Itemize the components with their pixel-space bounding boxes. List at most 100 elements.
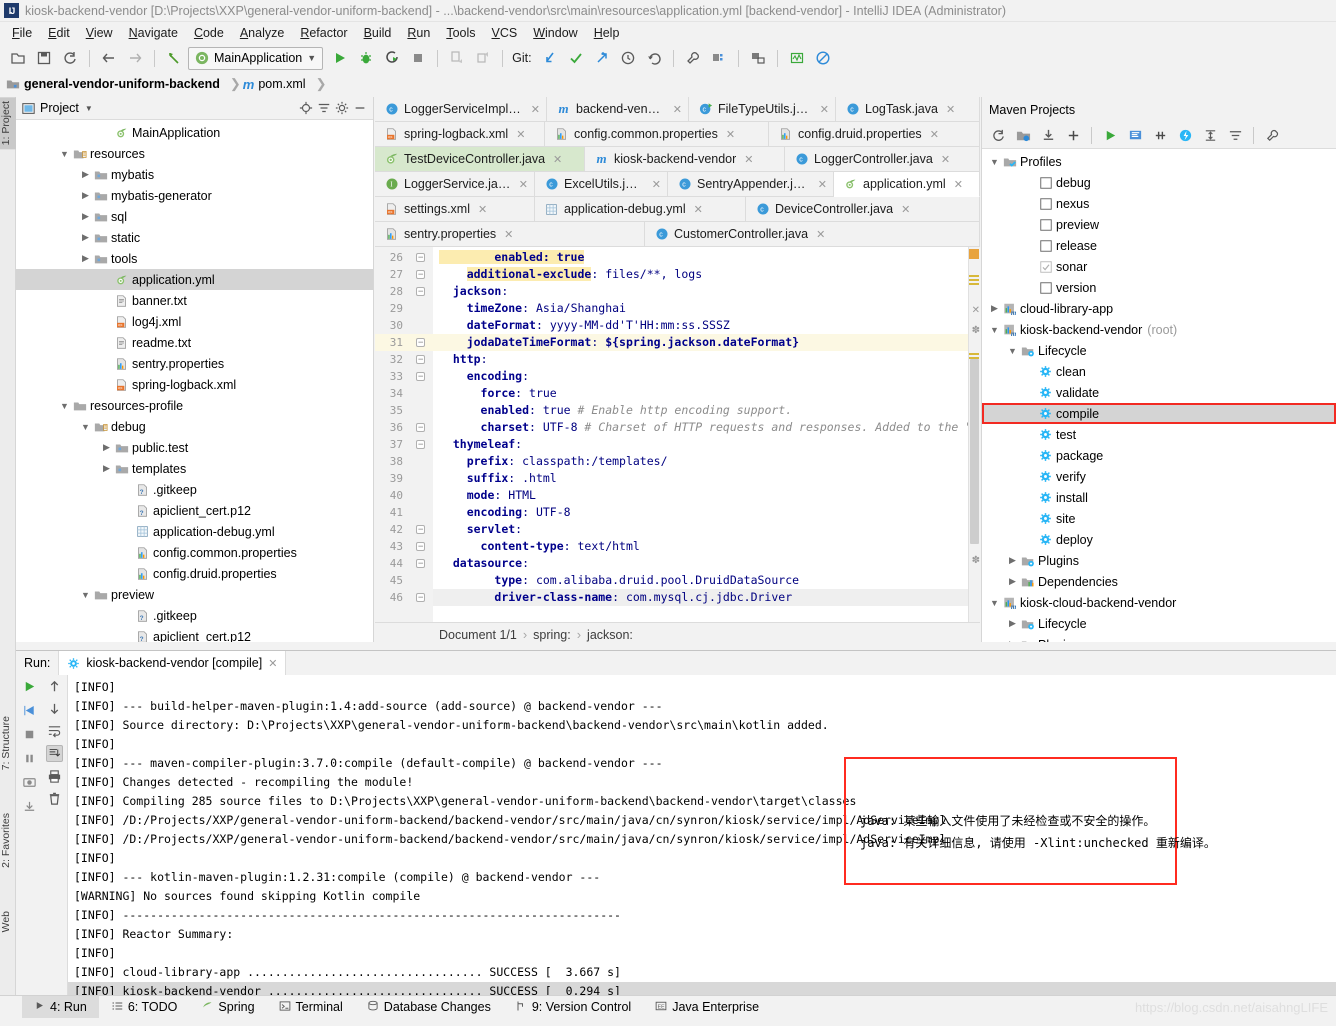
rerun-failed-icon[interactable] bbox=[22, 703, 37, 718]
close-icon[interactable]: ✕ bbox=[901, 203, 910, 216]
chevron-right-icon[interactable]: ▶ bbox=[79, 169, 92, 180]
menu-item-analyze[interactable]: Analyze bbox=[232, 24, 292, 42]
project-tree-item[interactable]: MainApplication bbox=[16, 122, 373, 143]
status-tab-todo[interactable]: 6: TODO bbox=[99, 996, 190, 1018]
settings-wrench-icon[interactable] bbox=[681, 46, 705, 70]
editor-tab[interactable]: c LoggerServiceImpl.java ✕ bbox=[375, 97, 547, 122]
maven-tree-item[interactable]: ▼ Profiles bbox=[982, 151, 1336, 172]
chevron-down-icon[interactable]: ▼ bbox=[58, 149, 71, 159]
close-icon[interactable]: ✕ bbox=[553, 153, 562, 166]
close-icon[interactable]: ✕ bbox=[673, 103, 682, 116]
maven-tree-item[interactable]: release bbox=[982, 235, 1336, 256]
project-tree-item[interactable]: ? apiclient_cert.p12 bbox=[16, 626, 373, 642]
editor-tab[interactable]: sentry.properties ✕ bbox=[375, 222, 645, 247]
chevron-right-icon[interactable]: ▶ bbox=[1006, 555, 1019, 566]
settings-wrench-icon[interactable] bbox=[1260, 124, 1284, 148]
git-update-icon[interactable] bbox=[538, 46, 562, 70]
menu-item-run[interactable]: Run bbox=[399, 24, 438, 42]
close-icon[interactable]: ✕ bbox=[930, 128, 939, 141]
maven-tree-item[interactable]: ▶ m cloud-library-app bbox=[982, 298, 1336, 319]
run-coverage-icon[interactable] bbox=[380, 46, 404, 70]
run-tab[interactable]: kiosk-backend-vendor [compile] ✕ bbox=[58, 651, 287, 675]
run-configuration-selector[interactable]: MainApplication ▼ bbox=[188, 46, 324, 70]
skip-tests-icon[interactable] bbox=[1148, 124, 1172, 148]
chevron-right-icon[interactable]: ▶ bbox=[79, 211, 92, 222]
project-tree-item[interactable]: ▼ debug bbox=[16, 416, 373, 437]
tool-window-favorites[interactable]: 2: Favorites bbox=[0, 809, 16, 872]
maven-tree-item[interactable]: deploy bbox=[982, 529, 1336, 550]
open-folder-icon[interactable] bbox=[6, 46, 30, 70]
chevron-right-icon[interactable]: ▶ bbox=[1006, 618, 1019, 629]
editor-tab[interactable]: c LoggerController.java ✕ bbox=[785, 147, 980, 172]
menu-item-vcs[interactable]: VCS bbox=[484, 24, 526, 42]
pause-icon[interactable] bbox=[22, 751, 37, 766]
checkbox-icon[interactable] bbox=[1037, 176, 1054, 189]
project-tree-item[interactable]: ▶ tools bbox=[16, 248, 373, 269]
download-sources-icon[interactable] bbox=[1036, 124, 1060, 148]
chevron-right-icon[interactable]: ▶ bbox=[1006, 639, 1019, 642]
close-icon[interactable]: ✕ bbox=[820, 103, 829, 116]
hide-icon[interactable] bbox=[351, 99, 369, 117]
editor-tab[interactable]: config.druid.properties ✕ bbox=[769, 122, 980, 147]
project-tree-item[interactable]: application.yml bbox=[16, 269, 373, 290]
menu-item-help[interactable]: Help bbox=[586, 24, 628, 42]
breadcrumb-file[interactable]: m pom.xml bbox=[243, 77, 314, 92]
close-icon[interactable]: ✕ bbox=[694, 203, 703, 216]
project-structure-icon[interactable] bbox=[707, 46, 731, 70]
run-icon[interactable] bbox=[328, 46, 352, 70]
editor-breadcrumb-document[interactable]: Document 1/1 bbox=[439, 628, 517, 642]
maven-tree-item[interactable]: clean bbox=[982, 361, 1336, 382]
project-tree-item[interactable]: <> spring-logback.xml bbox=[16, 374, 373, 395]
chevron-down-icon[interactable]: ▼ bbox=[988, 598, 1001, 608]
chevron-right-icon[interactable]: ▶ bbox=[988, 303, 1001, 314]
project-tree-item[interactable]: ▶ mybatis-generator bbox=[16, 185, 373, 206]
maven-tree-item[interactable]: ▶ Lifecycle bbox=[982, 613, 1336, 634]
close-icon[interactable]: ✕ bbox=[652, 178, 661, 191]
editor-tab[interactable]: m backend-vendor ✕ bbox=[547, 97, 689, 122]
status-tab-java-enterprise[interactable]: EE Java Enterprise bbox=[643, 996, 771, 1018]
screenshot-icon[interactable] bbox=[22, 775, 37, 790]
chevron-right-icon[interactable]: ▶ bbox=[1006, 576, 1019, 587]
menu-item-tools[interactable]: Tools bbox=[438, 24, 483, 42]
status-tab-spring[interactable]: Spring bbox=[189, 996, 266, 1018]
export-icon[interactable] bbox=[22, 799, 37, 814]
project-tree-item[interactable]: <> log4j.xml bbox=[16, 311, 373, 332]
code-fold-toggle-icon[interactable] bbox=[416, 539, 425, 556]
maven-tree-item[interactable]: ▼ Lifecycle bbox=[982, 340, 1336, 361]
code-text[interactable]: enabled: true additional-exclude: files/… bbox=[433, 247, 980, 622]
code-fold-toggle-icon[interactable] bbox=[416, 590, 425, 607]
editor-tab[interactable]: application.yml ✕ bbox=[834, 172, 980, 197]
collapse-all-icon[interactable] bbox=[1223, 124, 1247, 148]
editor-tab[interactable]: application-debug.yml ✕ bbox=[535, 197, 746, 222]
generate-sources-icon[interactable] bbox=[1011, 124, 1035, 148]
execute-goal-icon[interactable] bbox=[1173, 124, 1197, 148]
chevron-down-icon[interactable]: ▼ bbox=[988, 157, 1001, 167]
tool-window-project[interactable]: 1: Project bbox=[0, 97, 16, 150]
reimport-icon[interactable] bbox=[986, 124, 1010, 148]
close-icon[interactable]: ✕ bbox=[478, 203, 487, 216]
editor-tab[interactable]: c LogTask.java ✕ bbox=[836, 97, 980, 122]
git-rollback-icon[interactable] bbox=[642, 46, 666, 70]
maven-tree-item[interactable]: ▼ m kiosk-backend-vendor (root) bbox=[982, 319, 1336, 340]
chevron-right-icon[interactable]: ▶ bbox=[79, 253, 92, 264]
code-fold-toggle-icon[interactable] bbox=[416, 250, 425, 267]
project-tree-item[interactable]: ? apiclient_cert.p12 bbox=[16, 500, 373, 521]
close-icon[interactable]: ✕ bbox=[954, 178, 963, 191]
back-arrow-icon[interactable] bbox=[97, 46, 121, 70]
sdk-manager-icon[interactable] bbox=[746, 46, 770, 70]
status-tab-version-control[interactable]: 9: Version Control bbox=[503, 996, 643, 1018]
close-icon[interactable]: ✕ bbox=[818, 178, 827, 191]
maven-tree-item[interactable]: verify bbox=[982, 466, 1336, 487]
stop-icon[interactable] bbox=[22, 727, 37, 742]
no-inspection-icon[interactable] bbox=[811, 46, 835, 70]
save-icon[interactable] bbox=[32, 46, 56, 70]
menu-item-code[interactable]: Code bbox=[186, 24, 232, 42]
chevron-down-icon[interactable]: ▼ bbox=[307, 53, 316, 63]
menu-item-edit[interactable]: Edit bbox=[40, 24, 78, 42]
close-icon[interactable]: ✕ bbox=[504, 228, 513, 241]
status-tab-terminal[interactable]: Terminal bbox=[267, 996, 355, 1018]
close-icon[interactable]: ✕ bbox=[941, 153, 950, 166]
menu-item-build[interactable]: Build bbox=[356, 24, 400, 42]
maven-tree-item[interactable]: nexus bbox=[982, 193, 1336, 214]
close-icon[interactable]: ✕ bbox=[516, 128, 525, 141]
